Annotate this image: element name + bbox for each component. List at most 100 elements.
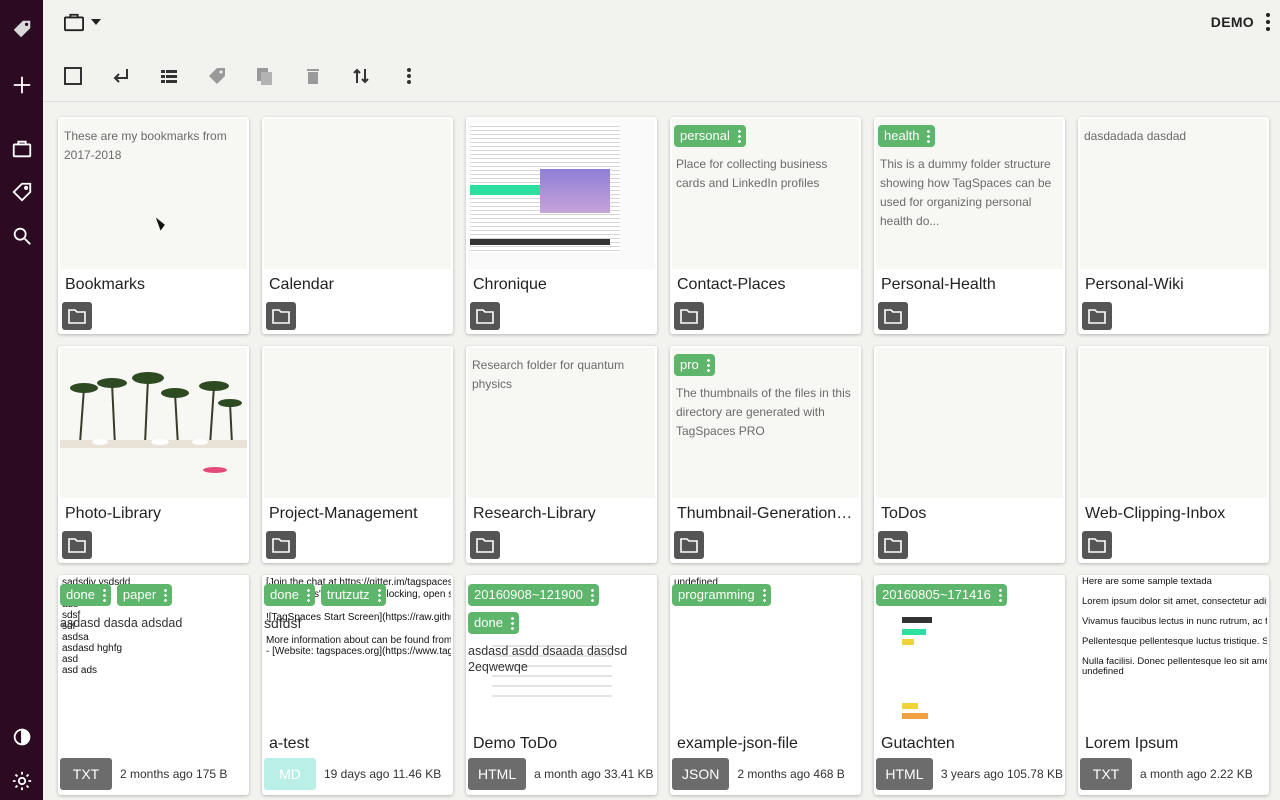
folder-title: Chronique [473,276,547,293]
checkbox-icon [64,67,82,85]
folder-open-button[interactable] [266,531,296,559]
file-date-size: 2 months ago 468 B [737,767,845,781]
folder-thumbnail [876,348,1063,498]
folder-card[interactable]: Photo-Library [58,346,249,563]
folder-title: Calendar [269,276,334,293]
file-card[interactable]: 20160805~171416 Gutachten HTML 3 years a… [874,575,1065,795]
folder-open-button[interactable] [1082,531,1112,559]
folder-description: These are my bookmarks from 2017-2018 [64,129,227,162]
settings-gear-icon[interactable] [9,768,34,793]
folder-open-button[interactable] [470,531,500,559]
file-grid: These are my bookmarks from 2017-2018 Bo… [43,102,1280,800]
tag-list: 20160908~121900 done [468,584,651,634]
folder-thumbnail [264,348,451,498]
folder-title: Personal-Wiki [1085,276,1184,293]
search-icon[interactable] [9,223,34,248]
folder-open-button[interactable] [878,302,908,330]
folder-open-button[interactable] [1082,302,1112,330]
tag-chip[interactable]: paper [116,584,173,606]
folder-title: Web-Clipping-Inbox [1085,505,1226,522]
file-card[interactable]: 20160908~121900 done asdasd asdd dsaada … [466,575,657,795]
tag-chip[interactable]: done [60,584,111,606]
folder-icon [1088,309,1106,324]
copy-move-button[interactable] [253,64,277,88]
folder-open-button[interactable] [878,531,908,559]
folder-open-button[interactable] [470,302,500,330]
select-all-checkbox[interactable] [61,64,85,88]
file-meta: HTML 3 years ago 105.78 KB [876,758,1063,790]
tag-library-icon[interactable] [9,179,34,204]
parent-folder-button[interactable] [109,64,133,88]
folder-open-button[interactable] [266,302,296,330]
folder-thumbnail [1080,348,1267,498]
folder-open-button[interactable] [62,531,92,559]
tag-chip[interactable]: health [878,125,936,147]
folder-card[interactable]: health This is a dummy folder structure … [874,117,1065,334]
file-date-size: a month ago 2.22 KB [1140,767,1253,781]
folder-title: Personal-Health [881,276,996,293]
tag-files-button[interactable] [205,64,229,88]
tag-chip[interactable]: done [468,612,519,634]
file-title: Gutachten [881,735,955,752]
file-extension-badge[interactable]: JSON [672,758,730,790]
file-extension-badge[interactable]: HTML [468,758,527,790]
app-logo-icon[interactable] [9,16,34,41]
theme-contrast-icon[interactable] [9,724,34,749]
folder-card[interactable]: Chronique [466,117,657,334]
folder-title: ToDos [881,505,927,522]
file-card[interactable]: sadsdiv vsdsdd t ads sdsf sdf asdsa asda… [58,575,249,795]
more-options-button[interactable] [397,64,421,88]
file-card[interactable]: [Join the chat at https://gitter.im/tags… [262,575,453,795]
toggle-view-button[interactable] [157,64,181,88]
folder-card[interactable]: personal Place for collecting business c… [670,117,861,334]
folder-card[interactable]: Project-Management [262,346,453,563]
delete-button[interactable] [301,64,325,88]
file-card[interactable]: undefined programming example-json-file … [670,575,861,795]
folder-open-button[interactable] [62,302,92,330]
swap-vert-icon [353,68,369,84]
file-extension-badge[interactable]: MD [264,758,316,790]
folder-card[interactable]: pro The thumbnails of the files in this … [670,346,861,563]
view-list-icon [161,70,177,83]
locations-briefcase-icon[interactable] [9,136,34,161]
tag-chip[interactable]: 20160908~121900 [468,584,599,606]
tag-chip[interactable]: done [264,584,315,606]
folder-description: The thumbnails of the files in this dire… [676,386,851,438]
folder-card[interactable]: Web-Clipping-Inbox [1078,346,1269,563]
tag-chip[interactable]: personal [674,125,746,147]
folder-card[interactable]: These are my bookmarks from 2017-2018 Bo… [58,117,249,334]
tag-chip[interactable]: 20160805~171416 [876,584,1007,606]
folder-description: This is a dummy folder structure showing… [880,157,1052,228]
add-icon[interactable] [9,72,34,97]
tag-chip[interactable]: trutzutz [320,584,386,606]
subdirectory-arrow-icon [113,69,128,83]
folder-open-button[interactable] [674,531,704,559]
workspace-label: DEMO [1210,14,1254,30]
file-description: sdfdsf [264,615,302,631]
folder-card[interactable]: ToDos [874,346,1065,563]
location-switch-button[interactable] [63,10,101,34]
file-card[interactable]: Here are some sample textada Lorem ipsum… [1078,575,1269,795]
tag-icon [209,68,225,84]
file-extension-badge[interactable]: HTML [876,758,933,790]
file-extension-badge[interactable]: TXT [1080,758,1132,790]
file-extension-badge[interactable]: TXT [60,758,112,790]
folder-card[interactable]: Research folder for quantum physics Rese… [466,346,657,563]
tag-list: health [878,125,1059,147]
more-vert-icon[interactable] [1265,12,1271,32]
top-bar: DEMO [43,0,1280,44]
file-date-size: 19 days ago 11.46 KB [324,767,442,781]
tag-chip[interactable]: pro [674,354,715,376]
folder-title: Research-Library [473,505,596,522]
file-title: example-json-file [677,735,798,752]
tag-chip[interactable]: programming [672,584,771,606]
file-description: asdasd asdd dsaada dasdsd 2eqwewqe [468,644,628,674]
folder-open-button[interactable] [674,302,704,330]
file-meta: HTML a month ago 33.41 KB [468,758,655,790]
sort-button[interactable] [349,64,373,88]
file-text-preview: Here are some sample textada Lorem ipsum… [1082,577,1267,677]
tag-list: done paper [60,584,243,606]
folder-card[interactable]: dasdadada dasdad Personal-Wiki [1078,117,1269,334]
folder-card[interactable]: Calendar [262,117,453,334]
folder-description: Place for collecting business cards and … [676,157,828,190]
